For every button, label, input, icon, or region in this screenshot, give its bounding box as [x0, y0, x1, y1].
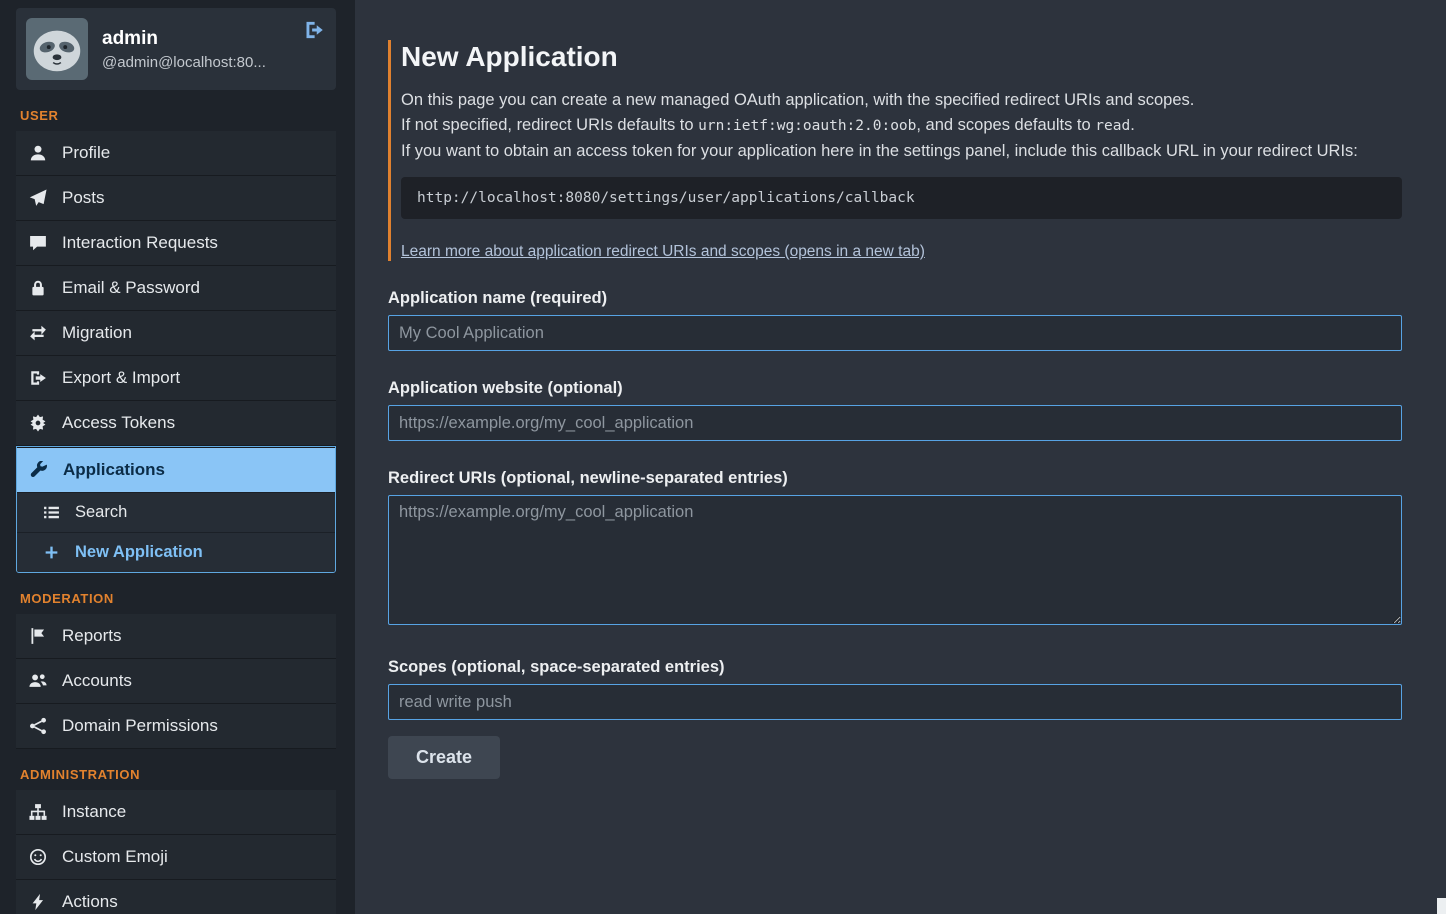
intro-paragraph-3: If you want to obtain an access token fo…	[401, 139, 1402, 164]
sitemap-icon	[28, 803, 48, 821]
redirect-uris-label: Redirect URIs (optional, newline-separat…	[388, 469, 1402, 488]
scopes-label: Scopes (optional, space-separated entrie…	[388, 658, 1402, 677]
sidebar-item-label: Access Tokens	[62, 413, 175, 433]
lock-icon	[28, 279, 48, 297]
sidebar-item-migration[interactable]: Migration	[16, 311, 336, 356]
application-name-label: Application name (required)	[388, 289, 1402, 308]
application-website-label: Application website (optional)	[388, 379, 1402, 398]
exchange-icon	[28, 324, 48, 342]
new-application-form: Application name (required) Application …	[388, 289, 1402, 779]
smiley-icon	[28, 848, 48, 866]
sidebar-item-label: Applications	[63, 460, 165, 480]
application-website-input[interactable]	[388, 405, 1402, 441]
certificate-icon	[28, 414, 48, 432]
inline-code-read: read	[1095, 118, 1130, 134]
sidebar-section-moderation: MODERATION Reports Accounts Domain Permi…	[16, 591, 336, 749]
sidebar-item-label: Reports	[62, 626, 122, 646]
sidebar-item-label: Custom Emoji	[62, 847, 168, 867]
sidebar-item-label: Search	[75, 503, 127, 522]
sidebar-item-label: Export & Import	[62, 368, 180, 388]
comment-icon	[28, 234, 48, 252]
sidebar: admin @admin@localhost:80... USER Profil…	[0, 0, 355, 914]
users-icon	[28, 672, 48, 690]
sidebar-item-email-password[interactable]: Email & Password	[16, 266, 336, 311]
sidebar-item-label: Accounts	[62, 671, 132, 691]
sidebar-item-label: Migration	[62, 323, 132, 343]
sidebar-item-applications-search[interactable]: Search	[17, 492, 335, 532]
sidebar-item-profile[interactable]: Profile	[16, 131, 336, 176]
sidebar-item-accounts[interactable]: Accounts	[16, 659, 336, 704]
sidebar-item-label: Email & Password	[62, 278, 200, 298]
user-card[interactable]: admin @admin@localhost:80...	[16, 8, 336, 90]
list-icon	[41, 504, 61, 521]
sidebar-item-label: Actions	[62, 892, 118, 912]
paper-plane-icon	[28, 189, 48, 207]
settings-app: admin @admin@localhost:80... USER Profil…	[0, 0, 1446, 914]
wrench-icon	[29, 461, 49, 479]
section-title-user: USER	[20, 108, 332, 123]
section-title-moderation: MODERATION	[20, 591, 332, 606]
sidebar-item-actions[interactable]: Actions	[16, 880, 336, 914]
sidebar-item-reports[interactable]: Reports	[16, 614, 336, 659]
sidebar-item-label: Instance	[62, 802, 126, 822]
sidebar-item-label: Posts	[62, 188, 105, 208]
sidebar-item-new-application[interactable]: New Application	[17, 532, 335, 572]
application-name-input[interactable]	[388, 315, 1402, 351]
sidebar-item-access-tokens[interactable]: Access Tokens	[16, 401, 336, 446]
sidebar-item-custom-emoji[interactable]: Custom Emoji	[16, 835, 336, 880]
plus-icon	[41, 544, 61, 561]
main-content: New Application On this page you can cre…	[355, 0, 1446, 914]
section-title-administration: ADMINISTRATION	[20, 767, 332, 782]
sidebar-item-domain-permissions[interactable]: Domain Permissions	[16, 704, 336, 749]
sidebar-item-interaction-requests[interactable]: Interaction Requests	[16, 221, 336, 266]
bolt-icon	[28, 893, 48, 911]
inline-code-oob: urn:ietf:wg:oauth:2.0:oob	[698, 118, 916, 134]
intro-paragraph-1: On this page you can create a new manage…	[401, 88, 1402, 113]
sidebar-item-export-import[interactable]: Export & Import	[16, 356, 336, 401]
sidebar-item-label: New Application	[75, 543, 203, 562]
sign-out-icon[interactable]	[304, 20, 324, 40]
share-nodes-icon	[28, 717, 48, 735]
flag-icon	[28, 627, 48, 645]
new-application-docs: New Application On this page you can cre…	[388, 40, 1402, 261]
scopes-input[interactable]	[388, 684, 1402, 720]
sidebar-item-label: Domain Permissions	[62, 716, 218, 736]
sidebar-section-user: USER Profile Posts Interaction Requests …	[16, 108, 336, 573]
user-icon	[28, 144, 48, 162]
sidebar-item-applications[interactable]: Applications	[17, 447, 335, 492]
export-icon	[28, 369, 48, 387]
user-handle: @admin@localhost:80...	[102, 54, 266, 71]
page-title: New Application	[401, 40, 1402, 74]
intro-paragraph-2: If not specified, redirect URIs defaults…	[401, 113, 1402, 139]
sidebar-group-applications: Applications Search New Application	[16, 446, 336, 573]
sidebar-item-label: Profile	[62, 143, 110, 163]
user-name: admin	[102, 28, 266, 50]
sidebar-section-administration: ADMINISTRATION Instance Custom Emoji Act…	[16, 767, 336, 914]
user-avatar	[26, 18, 88, 80]
callback-url-codeblock: http://localhost:8080/settings/user/appl…	[401, 177, 1402, 219]
learn-more-link[interactable]: Learn more about application redirect UR…	[401, 243, 925, 261]
sidebar-item-posts[interactable]: Posts	[16, 176, 336, 221]
sidebar-item-instance[interactable]: Instance	[16, 790, 336, 835]
scrollbar-thumb[interactable]	[1437, 898, 1446, 914]
user-meta: admin @admin@localhost:80...	[102, 28, 266, 71]
create-button[interactable]: Create	[388, 736, 500, 779]
redirect-uris-textarea[interactable]	[388, 495, 1402, 625]
sidebar-item-label: Interaction Requests	[62, 233, 218, 253]
